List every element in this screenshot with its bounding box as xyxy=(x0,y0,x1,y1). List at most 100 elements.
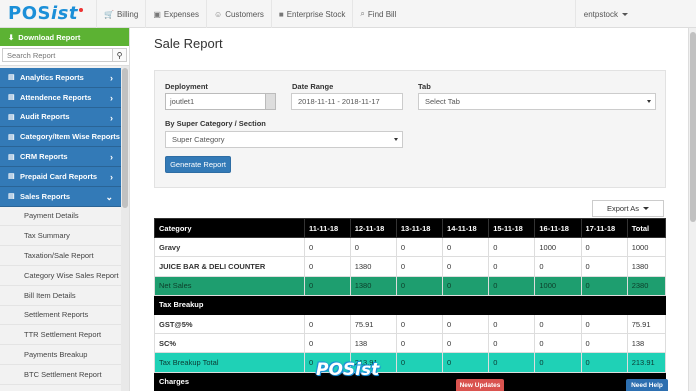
deployment-select[interactable]: joutlet1 xyxy=(165,93,276,110)
category-select[interactable]: Super Category xyxy=(165,131,403,148)
table-row: JUICE BAR & DELI COUNTER 0 1380 0 0 0 0 0 1380 xyxy=(154,256,667,277)
table-cell: 2380 xyxy=(626,275,667,296)
row-label: SC% xyxy=(154,333,305,354)
sidebar-subitem[interactable]: Category Wise Sales Report xyxy=(0,265,122,286)
sidebar-item-label: Category/Item Wise Reports xyxy=(20,132,120,142)
search-icon[interactable]: ⚲ xyxy=(113,48,127,62)
report-icon: ▤ xyxy=(8,153,15,161)
sidebar-item-analytics-reports[interactable]: ▤ Analytics Reports › xyxy=(0,68,122,88)
table-cell: 0 xyxy=(395,256,444,277)
row-label: GST@5% xyxy=(154,313,305,335)
table-row: Gravy 0 0 0 0 0 1000 0 1000 xyxy=(154,237,667,258)
category-value: Super Category xyxy=(172,135,225,144)
sidebar-item-crm-reports[interactable]: ▤ CRM Reports › xyxy=(0,147,122,167)
chevron-down-icon: ⌄ xyxy=(105,191,113,202)
nav-link-customers[interactable]: ☺ Customers xyxy=(206,0,271,28)
posist-logo[interactable]: POSist xyxy=(8,3,83,24)
deployment-value: joutlet1 xyxy=(170,97,195,106)
deployment-label: Deployment xyxy=(165,82,208,91)
sidebar-item-label: Sales Reports xyxy=(20,191,71,201)
table-cell: 0 xyxy=(442,256,490,277)
generate-report-button[interactable]: Generate Report xyxy=(165,156,231,173)
sidebar-scrollbar[interactable] xyxy=(121,66,129,391)
sidebar-scroll-thumb[interactable] xyxy=(122,68,128,208)
date-range-input[interactable]: 2018-11-11 - 2018-11-17 xyxy=(291,93,403,110)
sidebar-item-prepaid-card-reports[interactable]: ▤ Prepaid Card Reports › xyxy=(0,166,122,187)
table-cell: 0 xyxy=(442,333,490,354)
table-header-cell: 17-11-18 xyxy=(580,217,628,239)
chevron-right-icon: › xyxy=(110,132,113,143)
user-menu[interactable]: entpstock xyxy=(574,0,636,28)
sidebar-subitem[interactable]: Settlement Reports xyxy=(0,305,122,326)
sidebar-subitem[interactable]: TTR Settlement Report xyxy=(0,325,122,346)
caret-down-icon xyxy=(622,12,628,16)
money-icon: ▣ xyxy=(153,9,161,19)
page-title: Sale Report xyxy=(154,36,223,51)
sidebar-item-audit-reports[interactable]: ▤ Audit Reports › xyxy=(0,107,122,128)
table-cell: 0 xyxy=(395,275,444,296)
nav-link-label: Enterprise Stock xyxy=(286,9,346,19)
table-cell: 0 xyxy=(395,237,444,258)
table-cell: 0 xyxy=(580,313,628,335)
table-cell: 138 xyxy=(349,333,397,354)
table-cell: 0 xyxy=(395,352,444,373)
sidebar-item-label: CRM Reports xyxy=(20,152,68,162)
download-report-button[interactable]: ⬇ Download Report xyxy=(0,28,129,46)
sidebar-subitem[interactable]: Payments Breakup xyxy=(0,345,122,365)
table-header-cell: 12-11-18 xyxy=(349,217,397,239)
section-title: Tax Breakup xyxy=(154,294,666,315)
sidebar-item-sales-reports[interactable]: ▤ Sales Reports ⌄ xyxy=(0,186,122,207)
report-icon: ▤ xyxy=(8,74,15,82)
table-header-cell: 13-11-18 xyxy=(395,217,444,239)
report-icon: ▤ xyxy=(8,173,15,181)
sidebar-item-label: Prepaid Card Reports xyxy=(20,171,98,181)
sidebar-item-attendence-reports[interactable]: ▤ Attendence Reports › xyxy=(0,87,122,108)
logo-text: POS xyxy=(8,3,51,24)
report-icon: ▤ xyxy=(8,113,15,121)
nav-link-label: Expenses xyxy=(163,9,200,19)
nav-link-billing[interactable]: 🛒 Billing xyxy=(96,0,145,28)
report-search-input[interactable] xyxy=(2,48,113,62)
sidebar-subitem[interactable]: Tax Summary xyxy=(0,226,122,247)
table-cell: 0 xyxy=(580,333,628,354)
nav-link-enterprise-stock[interactable]: ■ Enterprise Stock xyxy=(270,0,353,28)
table-cell: 1000 xyxy=(534,275,582,296)
sidebar-item-category-item-wise-reports[interactable]: ▤ Category/Item Wise Reports › xyxy=(0,127,122,148)
sidebar-item-label: Audit Reports xyxy=(20,112,70,122)
nav-link-find-bill[interactable]: ⌕ Find Bill xyxy=(352,0,403,28)
tab-select[interactable]: Select Tab xyxy=(418,93,656,110)
table-cell: 0 xyxy=(442,237,490,258)
filter-panel: Deployment joutlet1 Date Range 2018-11-1… xyxy=(154,70,666,188)
table-cell: 1000 xyxy=(534,237,582,258)
need-help-button[interactable]: Need Help xyxy=(626,379,668,391)
sidebar-item-label: Analytics Reports xyxy=(20,72,84,82)
table-cell: 0 xyxy=(304,313,351,335)
table-cell: 1380 xyxy=(349,256,397,277)
table-cell: 75.91 xyxy=(626,313,667,335)
report-search: ⚲ xyxy=(0,46,129,66)
page-scroll-thumb[interactable] xyxy=(690,32,696,222)
page-scrollbar[interactable] xyxy=(688,28,696,391)
table-cell: 1380 xyxy=(626,256,667,277)
table-cell: 0 xyxy=(442,313,490,335)
nav-link-expenses[interactable]: ▣ Expenses xyxy=(145,0,206,28)
sidebar-subitem[interactable]: Payment Details xyxy=(0,206,122,227)
table-cell: 1380 xyxy=(349,275,397,296)
sidebar-subitem[interactable]: Bill Item Details xyxy=(0,285,122,306)
tab-value: Select Tab xyxy=(425,97,460,106)
main-content: Sale Report Deployment joutlet1 Date Ran… xyxy=(138,28,688,391)
category-label: By Super Category / Section xyxy=(165,119,266,128)
export-as-button[interactable]: Export As xyxy=(592,200,664,217)
table-cell: 0 xyxy=(304,333,351,354)
sidebar-subitem[interactable]: Taxation/Sale Report xyxy=(0,246,122,266)
chevron-right-icon: › xyxy=(110,171,113,182)
new-updates-button[interactable]: New Updates xyxy=(456,379,504,391)
table-section-row: Charges xyxy=(154,371,666,391)
table-cell: 0 xyxy=(534,256,582,277)
table-cell: 0 xyxy=(488,237,536,258)
table-row: Net Sales 0 1380 0 0 0 1000 0 2380 xyxy=(154,275,667,296)
user-name: entpstock xyxy=(583,9,618,19)
table-cell: 0 xyxy=(304,275,351,296)
sidebar-subitem[interactable]: BTC Settlement Report xyxy=(0,364,122,385)
table-cell: 0 xyxy=(534,313,582,335)
